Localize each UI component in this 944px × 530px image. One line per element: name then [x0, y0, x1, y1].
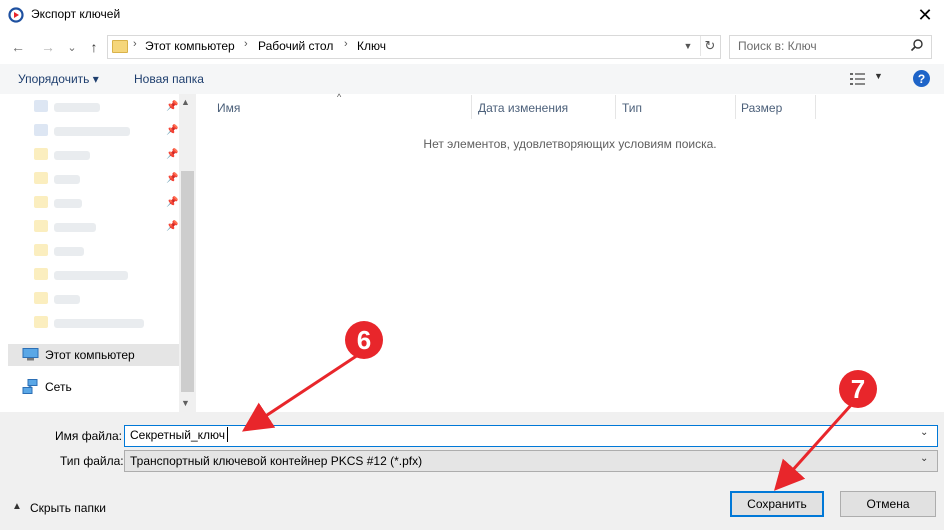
- refresh-icon[interactable]: ↻: [700, 36, 719, 56]
- sort-ascending-icon: ^: [337, 92, 342, 102]
- quick-access-item[interactable]: [34, 220, 48, 232]
- sidebar-item-network[interactable]: Сеть: [45, 380, 72, 394]
- quick-access-item[interactable]: [54, 223, 96, 232]
- quick-access-item[interactable]: [34, 292, 48, 304]
- column-header-date[interactable]: Дата изменения: [478, 101, 568, 115]
- scrollbar-thumb[interactable]: [181, 171, 194, 392]
- quick-access-item[interactable]: [34, 124, 48, 136]
- folder-icon: [112, 40, 128, 53]
- help-icon[interactable]: ?: [913, 70, 930, 87]
- pin-icon: 📌: [166, 149, 179, 160]
- breadcrumb-this-pc[interactable]: Этот компьютер: [145, 39, 235, 53]
- text-caret: [227, 427, 228, 442]
- chevron-up-icon[interactable]: ▲: [12, 501, 22, 512]
- view-options-icon[interactable]: [850, 72, 866, 86]
- computer-icon: [22, 348, 39, 361]
- scroll-up-icon[interactable]: ▲: [181, 97, 190, 107]
- quick-access-item[interactable]: [34, 244, 48, 256]
- column-header-type[interactable]: Тип: [622, 101, 642, 115]
- pin-icon: 📌: [166, 125, 179, 136]
- filetype-label: Тип файла:: [60, 454, 124, 468]
- breadcrumb-separator[interactable]: ›: [244, 38, 248, 50]
- empty-folder-message: Нет элементов, удовлетворяющих условиям …: [423, 137, 717, 151]
- pin-icon: 📌: [166, 197, 179, 208]
- up-button[interactable]: ↑: [84, 37, 104, 57]
- step-badge: 6: [345, 321, 383, 359]
- hide-folders-button[interactable]: Скрыть папки: [30, 501, 106, 515]
- search-icon[interactable]: [910, 38, 924, 52]
- chevron-down-icon[interactable]: ⌄: [920, 427, 928, 438]
- forward-button[interactable]: →: [38, 37, 58, 57]
- quick-access-item[interactable]: [34, 172, 48, 184]
- pin-icon: 📌: [166, 101, 179, 112]
- column-divider[interactable]: [735, 95, 736, 119]
- column-divider[interactable]: [615, 95, 616, 119]
- app-icon: [8, 7, 24, 23]
- column-divider[interactable]: [471, 95, 472, 119]
- address-dropdown-icon[interactable]: ▼: [679, 36, 697, 56]
- breadcrumb-separator[interactable]: ›: [344, 38, 348, 50]
- window-title: Экспорт ключей: [31, 7, 121, 21]
- filename-label: Имя файла:: [55, 429, 122, 443]
- search-placeholder: Поиск в: Ключ: [738, 39, 817, 53]
- quick-access-item[interactable]: [54, 151, 90, 160]
- cancel-button[interactable]: Отмена: [840, 491, 936, 517]
- pin-icon: 📌: [166, 173, 179, 184]
- organize-button[interactable]: Упорядочить ▾: [18, 72, 99, 86]
- title-bar: [0, 0, 944, 30]
- quick-access-item[interactable]: [54, 199, 82, 208]
- new-folder-button[interactable]: Новая папка: [134, 72, 204, 86]
- quick-access-item[interactable]: [34, 268, 48, 280]
- column-header-name[interactable]: Имя: [217, 101, 240, 115]
- scroll-down-icon[interactable]: ▼: [181, 398, 190, 408]
- quick-access-item[interactable]: [54, 127, 130, 136]
- quick-access-item[interactable]: [54, 103, 100, 112]
- breadcrumb-key[interactable]: Ключ: [357, 39, 386, 53]
- quick-access-item[interactable]: [34, 196, 48, 208]
- column-divider[interactable]: [815, 95, 816, 119]
- quick-access-item[interactable]: [54, 271, 128, 280]
- back-button[interactable]: ←: [8, 37, 28, 57]
- quick-access-item[interactable]: [34, 148, 48, 160]
- close-button[interactable]: ✕: [906, 0, 944, 30]
- filename-input[interactable]: [124, 425, 938, 447]
- quick-access-item[interactable]: [34, 100, 48, 112]
- step-badge: 7: [839, 370, 877, 408]
- pin-icon: 📌: [166, 221, 179, 232]
- breadcrumb-desktop[interactable]: Рабочий стол: [258, 39, 333, 53]
- breadcrumb-separator[interactable]: ›: [133, 38, 137, 50]
- quick-access-item[interactable]: [34, 316, 48, 328]
- column-header-size[interactable]: Размер: [741, 101, 782, 115]
- quick-access-item[interactable]: [54, 295, 80, 304]
- save-button[interactable]: Сохранить: [730, 491, 824, 517]
- sidebar-item-label[interactable]: Этот компьютер: [45, 348, 135, 362]
- quick-access-item[interactable]: [54, 175, 80, 184]
- quick-access-item[interactable]: [54, 319, 144, 328]
- quick-access-item[interactable]: [54, 247, 84, 256]
- chevron-down-icon[interactable]: ⌄: [920, 453, 928, 464]
- network-icon[interactable]: [22, 379, 39, 395]
- chevron-down-icon[interactable]: ▼: [874, 71, 883, 81]
- filename-value[interactable]: Секретный_ключ: [130, 428, 225, 442]
- filetype-value[interactable]: Транспортный ключевой контейнер PKCS #12…: [130, 454, 422, 468]
- recent-locations-button[interactable]: ⌄: [62, 37, 82, 57]
